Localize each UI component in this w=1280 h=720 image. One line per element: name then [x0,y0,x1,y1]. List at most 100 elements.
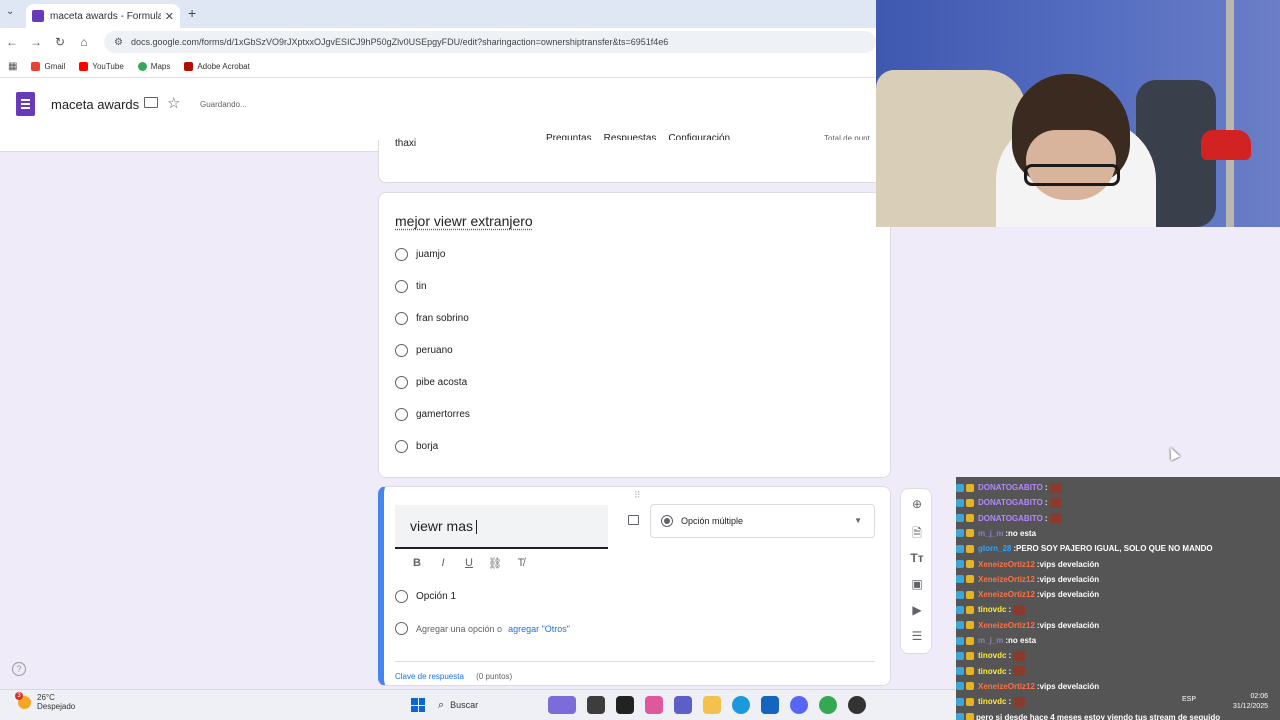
browser-tab[interactable]: maceta awards - Formularios d ✕ [26,4,180,28]
radio-icon [395,248,408,261]
teams-icon[interactable] [674,696,692,714]
radio-checked-icon [661,515,673,527]
underline-icon[interactable]: U [456,557,482,570]
question-type-label: Opción múltiple [681,516,744,526]
question-title-input[interactable]: viewr mas [395,505,608,549]
folder-icon[interactable] [144,97,158,108]
bookmark-acrobat[interactable]: Adobe Acrobat [184,62,250,71]
star-icon[interactable]: ☆ [167,94,180,112]
weather-status: Despejado [37,702,76,711]
address-bar[interactable]: ⚙ docs.google.com/forms/d/1xGbSzVO9rJXpt… [104,31,876,53]
option-row[interactable]: Opción 1 [395,590,456,603]
answer-key-link[interactable]: Clave de respuesta [395,672,464,681]
apps-grid-icon[interactable]: ▦ [8,61,17,72]
chat-message: pero si desde hace 4 meses estoy viendo … [956,710,1220,720]
widgets-icon[interactable] [548,696,576,714]
new-tab-icon[interactable]: + [188,5,196,21]
add-question-icon[interactable]: ⊕ [901,497,933,511]
add-section-icon[interactable]: ☰ [901,629,933,643]
bookmark-maps[interactable]: Maps [137,62,170,71]
reload-icon[interactable]: ↻ [48,35,72,49]
input-language: ESP [1182,696,1197,703]
option-row[interactable]: juamjo [395,248,445,261]
tab-title: maceta awards - Formularios d [50,10,161,22]
option-row[interactable]: peruano [395,344,453,357]
browser-nav-bar: ← → ↻ ⌂ ⚙ docs.google.com/forms/d/1xGbSz… [0,28,876,56]
add-image-icon[interactable] [628,515,639,525]
question-card-editing[interactable]: ⠿ viewr mas Opción múltiple ▼ B I U ⛓ T̸… [378,486,891,686]
radio-icon [395,376,408,389]
help-icon[interactable]: ? [12,662,26,676]
chat-emote-icon [1013,666,1026,677]
home-icon[interactable]: ⌂ [72,35,96,49]
chat-badge-icon [966,575,974,584]
radio-icon [395,344,408,357]
form-title[interactable]: maceta awards [51,97,139,112]
chat-username: DONATOGABITO [978,513,1043,523]
forward-icon[interactable]: → [24,35,48,49]
option-row[interactable]: tin [395,280,427,293]
chat-emote-icon [1013,650,1026,661]
back-icon[interactable]: ← [0,35,24,49]
link-icon[interactable]: ⛓ [482,557,508,570]
task-view-icon[interactable] [587,696,605,714]
capcut-icon[interactable] [616,696,634,714]
chat-badge-icon [966,651,974,660]
clear-format-icon[interactable]: T̸ [508,557,534,570]
edge-icon[interactable] [732,696,750,714]
chat-message: XeneizeOrtiz12: vips develación [956,572,1099,587]
discord-icon[interactable] [790,696,808,714]
start-button-icon[interactable] [411,698,425,712]
chrome-icon[interactable] [819,696,837,714]
chat-username: XeneizeOrtiz12 [978,590,1035,600]
chat-message: XeneizeOrtiz12: vips develación [956,679,1099,694]
question-type-select[interactable]: Opción múltiple ▼ [650,504,875,538]
add-other-link[interactable]: agregar "Otros" [508,624,570,634]
search-label: Buscar [450,700,479,710]
youtube-icon [79,62,89,71]
chat-emote-icon [1013,604,1026,615]
chat-badge-icon [966,605,974,614]
system-tray-clock[interactable]: ESP 02:06 31/12/2025 [1182,692,1268,712]
chat-username: XeneizeOrtiz12 [978,574,1035,584]
chat-text: vips develación [1039,574,1100,584]
chat-badge-icon [966,544,974,553]
chat-badge-icon [966,713,974,720]
add-option-row[interactable]: Agregar una opción o agregar "Otros" [395,622,570,635]
option-row[interactable]: gamertorres [395,408,470,421]
drag-handle-icon[interactable]: ⠿ [634,490,642,501]
question-card-previous[interactable]: thaxi [378,138,891,183]
import-questions-icon[interactable]: 🗎 [901,524,933,545]
store-icon[interactable] [761,696,779,714]
option-row[interactable]: fran sobrino [395,312,469,325]
weather-widget[interactable]: 3 26°C Despejado [15,691,76,711]
tab-search-icon[interactable]: ⌄ [6,6,14,17]
maps-icon [137,62,147,71]
chat-message: glorn_28: PERO SOY PAJERO IGUAL, SOLO QU… [956,541,1213,556]
chat-badge-icon [956,529,964,538]
clock-date: 31/12/2025 [1232,703,1268,710]
add-image-icon[interactable]: ▣ [901,577,933,591]
bold-icon[interactable]: B [404,557,430,570]
chat-message: tinovdc: [956,648,1026,663]
chat-badge-icon [966,483,974,492]
chat-username: XeneizeOrtiz12 [978,620,1035,630]
forms-logo-icon[interactable] [16,92,35,116]
chat-badge-icon [956,544,964,553]
chat-badge-icon [966,560,974,568]
close-tab-icon[interactable]: ✕ [165,10,174,23]
copilot-icon[interactable] [645,696,663,714]
chat-text: vips develación [1039,681,1100,691]
bookmark-youtube[interactable]: YouTube [79,62,124,71]
bookmark-gmail[interactable]: Gmail [31,62,65,71]
option-row[interactable]: pibe acosta [395,376,467,389]
obs-icon[interactable] [848,696,866,714]
add-title-icon[interactable]: Tт [901,551,933,565]
chat-message: tinovdc: [956,664,1026,679]
file-explorer-icon[interactable] [703,696,721,714]
site-info-icon[interactable]: ⚙ [114,37,123,48]
add-video-icon[interactable]: ▶ [901,603,933,617]
italic-icon[interactable]: I [430,557,456,570]
option-row[interactable]: borja [395,440,438,453]
question-card[interactable]: mejor viewr extranjero juamjo tin fran s… [378,192,891,478]
